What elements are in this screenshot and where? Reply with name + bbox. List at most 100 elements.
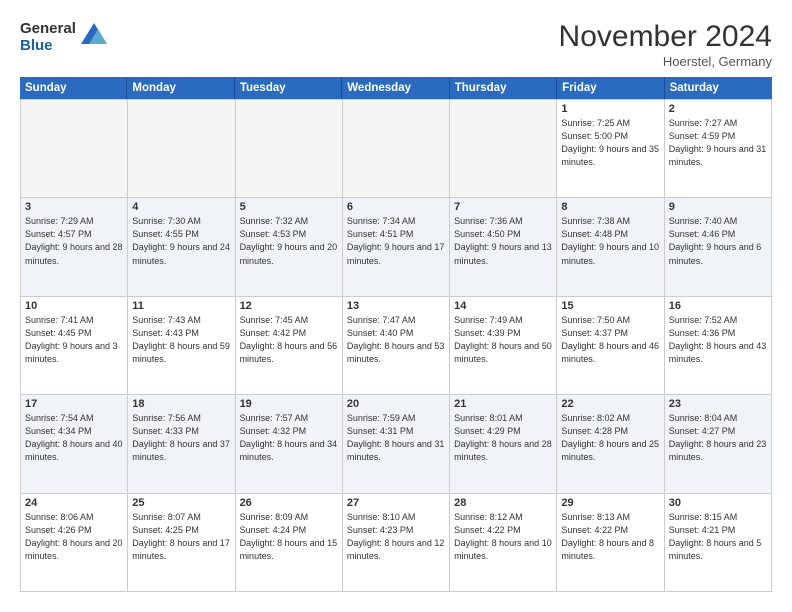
day-number: 15 <box>561 300 659 312</box>
day-info: Sunrise: 7:50 AM Sunset: 4:37 PM Dayligh… <box>561 314 659 366</box>
day-18: 18Sunrise: 7:56 AM Sunset: 4:33 PM Dayli… <box>128 394 235 492</box>
logo-blue-text: Blue <box>20 38 76 55</box>
day-number: 14 <box>454 300 552 312</box>
day-info: Sunrise: 7:45 AM Sunset: 4:42 PM Dayligh… <box>240 314 338 366</box>
day-number: 28 <box>454 497 552 509</box>
day-info: Sunrise: 7:56 AM Sunset: 4:33 PM Dayligh… <box>132 412 230 464</box>
logo-icon <box>79 20 109 55</box>
page: General Blue November 2024 Hoerstel, Ger… <box>0 0 792 612</box>
day-21: 21 Sunrise: 8:01 AM Sunset: 4:29 PM Dayli… <box>450 394 557 492</box>
day-info: Sunrise: 7:57 AM Sunset: 4:32 PM Dayligh… <box>240 412 338 464</box>
logo-text: General Blue <box>20 21 76 54</box>
calendar-weekday-header: SundayMondayTuesdayWednesdayThursdayFrid… <box>20 77 772 99</box>
day-info: Sunrise: 7:34 AM Sunset: 4:51 PM Dayligh… <box>347 215 445 267</box>
day-number: 20 <box>347 398 445 410</box>
day-23: 23 Sunrise: 8:04 AM Sunset: 4:27 PM Dayli… <box>665 394 772 492</box>
day-info: Sunrise: 7:49 AM Sunset: 4:39 PM Dayligh… <box>454 314 552 366</box>
day-number: 1 <box>561 103 659 115</box>
day-number: 24 <box>25 497 123 509</box>
day-number: 23 <box>669 398 767 410</box>
day-number: 13 <box>347 300 445 312</box>
day-25: 25Sunrise: 8:07 AM Sunset: 4:25 PM Dayli… <box>128 493 235 591</box>
day-4: 4Sunrise: 7:30 AM Sunset: 4:55 PM Daylig… <box>128 197 235 295</box>
day-number: 3 <box>25 201 123 213</box>
day-22: 22 Sunrise: 8:02 AM Sunset: 4:28 PM Dayli… <box>557 394 664 492</box>
day-17: 17 Sunrise: 7:54 AM Sunset: 4:34 PM Dayli… <box>21 394 128 492</box>
day-29: 29 Sunrise: 8:13 AM Sunset: 4:22 PM Dayli… <box>557 493 664 591</box>
month-title: November 2024 <box>559 20 772 54</box>
day-empty <box>21 99 128 197</box>
day-number: 2 <box>669 103 767 115</box>
day-13: 13 Sunrise: 7:47 AM Sunset: 4:40 PM Dayli… <box>343 296 450 394</box>
day-6: 6 Sunrise: 7:34 AM Sunset: 4:51 PM Daylig… <box>343 197 450 295</box>
day-8: 8Sunrise: 7:38 AM Sunset: 4:48 PM Daylig… <box>557 197 664 295</box>
day-26: 26 Sunrise: 8:09 AM Sunset: 4:24 PM Dayli… <box>236 493 343 591</box>
day-number: 9 <box>669 201 767 213</box>
day-info: Sunrise: 7:52 AM Sunset: 4:36 PM Dayligh… <box>669 314 767 366</box>
day-info: Sunrise: 7:41 AM Sunset: 4:45 PM Dayligh… <box>25 314 123 366</box>
day-info: Sunrise: 7:47 AM Sunset: 4:40 PM Dayligh… <box>347 314 445 366</box>
day-info: Sunrise: 7:54 AM Sunset: 4:34 PM Dayligh… <box>25 412 123 464</box>
day-info: Sunrise: 8:13 AM Sunset: 4:22 PM Dayligh… <box>561 511 659 563</box>
weekday-saturday: Saturday <box>665 77 772 99</box>
day-info: Sunrise: 8:09 AM Sunset: 4:24 PM Dayligh… <box>240 511 338 563</box>
weekday-friday: Friday <box>557 77 664 99</box>
day-number: 27 <box>347 497 445 509</box>
day-number: 29 <box>561 497 659 509</box>
day-info: Sunrise: 7:36 AM Sunset: 4:50 PM Dayligh… <box>454 215 552 267</box>
day-5: 5 Sunrise: 7:32 AM Sunset: 4:53 PM Daylig… <box>236 197 343 295</box>
calendar-body: 1 Sunrise: 7:25 AM Sunset: 5:00 PM Daylig… <box>20 99 772 592</box>
day-info: Sunrise: 8:04 AM Sunset: 4:27 PM Dayligh… <box>669 412 767 464</box>
calendar: SundayMondayTuesdayWednesdayThursdayFrid… <box>10 77 782 602</box>
day-info: Sunrise: 7:25 AM Sunset: 5:00 PM Dayligh… <box>561 117 659 169</box>
weekday-tuesday: Tuesday <box>235 77 342 99</box>
weekday-thursday: Thursday <box>450 77 557 99</box>
day-info: Sunrise: 8:15 AM Sunset: 4:21 PM Dayligh… <box>669 511 767 563</box>
day-number: 17 <box>25 398 123 410</box>
day-27: 27 Sunrise: 8:10 AM Sunset: 4:23 PM Dayli… <box>343 493 450 591</box>
day-info: Sunrise: 8:02 AM Sunset: 4:28 PM Dayligh… <box>561 412 659 464</box>
day-19: 19Sunrise: 7:57 AM Sunset: 4:32 PM Dayli… <box>236 394 343 492</box>
day-number: 5 <box>240 201 338 213</box>
day-number: 26 <box>240 497 338 509</box>
day-info: Sunrise: 7:40 AM Sunset: 4:46 PM Dayligh… <box>669 215 767 267</box>
day-info: Sunrise: 7:29 AM Sunset: 4:57 PM Dayligh… <box>25 215 123 267</box>
day-info: Sunrise: 8:10 AM Sunset: 4:23 PM Dayligh… <box>347 511 445 563</box>
day-info: Sunrise: 8:12 AM Sunset: 4:22 PM Dayligh… <box>454 511 552 563</box>
weekday-wednesday: Wednesday <box>342 77 449 99</box>
logo: General Blue <box>20 20 109 55</box>
day-number: 30 <box>669 497 767 509</box>
day-10: 10Sunrise: 7:41 AM Sunset: 4:45 PM Dayli… <box>21 296 128 394</box>
header: General Blue November 2024 Hoerstel, Ger… <box>10 10 782 69</box>
day-number: 12 <box>240 300 338 312</box>
day-1: 1 Sunrise: 7:25 AM Sunset: 5:00 PM Daylig… <box>557 99 664 197</box>
day-11: 11Sunrise: 7:43 AM Sunset: 4:43 PM Dayli… <box>128 296 235 394</box>
logo-general-text: General <box>20 21 76 38</box>
day-20: 20 Sunrise: 7:59 AM Sunset: 4:31 PM Dayli… <box>343 394 450 492</box>
day-empty <box>343 99 450 197</box>
day-number: 25 <box>132 497 230 509</box>
day-2: 2 Sunrise: 7:27 AM Sunset: 4:59 PM Daylig… <box>665 99 772 197</box>
weekday-monday: Monday <box>127 77 234 99</box>
weekday-sunday: Sunday <box>20 77 127 99</box>
day-info: Sunrise: 8:06 AM Sunset: 4:26 PM Dayligh… <box>25 511 123 563</box>
day-16: 16Sunrise: 7:52 AM Sunset: 4:36 PM Dayli… <box>665 296 772 394</box>
day-info: Sunrise: 8:01 AM Sunset: 4:29 PM Dayligh… <box>454 412 552 464</box>
day-number: 4 <box>132 201 230 213</box>
day-24: 24 Sunrise: 8:06 AM Sunset: 4:26 PM Dayli… <box>21 493 128 591</box>
day-14: 14 Sunrise: 7:49 AM Sunset: 4:39 PM Dayli… <box>450 296 557 394</box>
day-info: Sunrise: 7:27 AM Sunset: 4:59 PM Dayligh… <box>669 117 767 169</box>
day-number: 8 <box>561 201 659 213</box>
day-info: Sunrise: 7:32 AM Sunset: 4:53 PM Dayligh… <box>240 215 338 267</box>
day-number: 6 <box>347 201 445 213</box>
day-15: 15 Sunrise: 7:50 AM Sunset: 4:37 PM Dayli… <box>557 296 664 394</box>
day-number: 22 <box>561 398 659 410</box>
day-number: 7 <box>454 201 552 213</box>
day-empty <box>128 99 235 197</box>
day-12: 12 Sunrise: 7:45 AM Sunset: 4:42 PM Dayli… <box>236 296 343 394</box>
day-9: 9 Sunrise: 7:40 AM Sunset: 4:46 PM Daylig… <box>665 197 772 295</box>
location: Hoerstel, Germany <box>559 54 772 69</box>
day-number: 21 <box>454 398 552 410</box>
day-info: Sunrise: 7:59 AM Sunset: 4:31 PM Dayligh… <box>347 412 445 464</box>
day-28: 28 Sunrise: 8:12 AM Sunset: 4:22 PM Dayli… <box>450 493 557 591</box>
